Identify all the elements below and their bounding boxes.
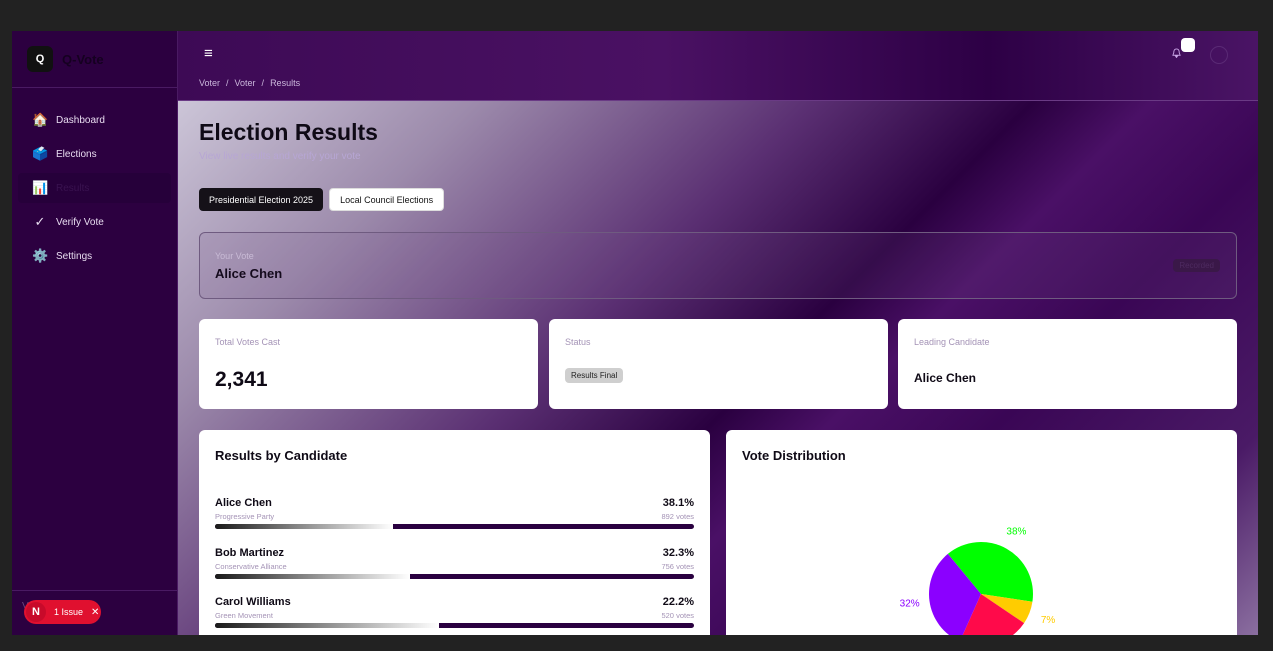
election-tabs: Presidential Election 2025 Local Council…	[199, 188, 445, 211]
breadcrumb-current: Results	[270, 78, 301, 88]
status-badge: Results Final	[565, 368, 624, 383]
candidate-row: Carol Williams Green Movement 22.2% 520 …	[215, 596, 694, 635]
next-logo-icon: N	[26, 602, 46, 622]
notification-badge	[1181, 38, 1195, 52]
tab-presidential-election[interactable]: Presidential Election 2025	[199, 188, 324, 211]
your-vote-card: Your Vote Alice Chen Recorded	[199, 232, 1237, 299]
tab-local-council-elections[interactable]: Local Council Elections	[329, 188, 445, 211]
sidebar-item-results[interactable]: 📊 Results	[18, 173, 171, 203]
leading-candidate-card: Leading Candidate Alice Chen	[898, 319, 1237, 409]
status-badge: Recorded	[1173, 259, 1220, 272]
sidebar-item-label: Elections	[56, 148, 97, 160]
breadcrumb-separator: /	[261, 78, 265, 88]
bar-chart-icon: 📊	[32, 180, 49, 195]
your-vote-label: Your Vote	[215, 251, 254, 261]
stat-label: Total Votes Cast	[215, 337, 281, 347]
logo-icon: Q	[27, 46, 53, 72]
total-votes-value: 2,341	[215, 368, 268, 391]
candidate-votes: 756 votes	[661, 562, 694, 571]
status-card: Status Results Final	[549, 319, 888, 409]
panel-title: Results by Candidate	[215, 448, 348, 463]
candidate-percent: 22.2%	[662, 596, 694, 608]
page-title: Election Results	[199, 119, 378, 145]
sidebar-item-label: Results	[56, 182, 90, 194]
issues-count: 1 Issue	[54, 607, 84, 617]
candidate-party: Progressive Party	[215, 512, 275, 521]
main-content: ≡ Voter / Voter / Results Election Resul…	[178, 31, 1258, 635]
sidebar-item-settings[interactable]: ⚙️ Settings	[18, 241, 171, 271]
page-subtitle: View live results and verify your vote	[199, 151, 361, 162]
candidate-votes: 892 votes	[661, 512, 694, 521]
pie-slice-label: 32%	[900, 599, 920, 610]
progress-bar-fill	[215, 524, 393, 529]
sidebar-item-elections[interactable]: 🗳️ Elections	[18, 139, 171, 169]
candidate-party: Conservative Alliance	[215, 562, 287, 571]
candidate-name: Bob Martinez	[215, 547, 285, 559]
sidebar: Q Q-Vote 🏠 Dashboard 🗳️ Elections 📊 Resu…	[12, 31, 178, 635]
avatar[interactable]	[1210, 46, 1228, 64]
bell-icon[interactable]	[1172, 48, 1181, 61]
stat-label: Status	[565, 337, 591, 347]
app-window: Q Q-Vote 🏠 Dashboard 🗳️ Elections 📊 Resu…	[12, 31, 1258, 635]
progress-bar	[215, 623, 694, 628]
candidate-party: Green Movement	[215, 611, 273, 620]
sidebar-item-label: Settings	[56, 250, 93, 262]
candidate-row: Alice Chen Progressive Party 38.1% 892 v…	[215, 497, 694, 547]
sidebar-footer: V	[12, 590, 178, 612]
your-vote-candidate: Alice Chen	[215, 266, 283, 281]
progress-bar	[215, 524, 694, 529]
app-name: Q-Vote	[62, 51, 104, 67]
progress-bar-fill	[215, 574, 410, 579]
vote-distribution-panel: Vote Distribution 38% 7% 32%	[726, 430, 1237, 635]
candidate-votes: 520 votes	[661, 611, 694, 620]
candidate-percent: 38.1%	[662, 497, 694, 509]
sidebar-item-label: Verify Vote	[56, 216, 104, 228]
sidebar-item-verify-vote[interactable]: ✓ Verify Vote	[18, 207, 171, 237]
breadcrumb-voter[interactable]: Voter	[235, 78, 256, 88]
sidebar-item-label: Dashboard	[56, 114, 105, 126]
breadcrumb-separator: /	[226, 78, 229, 88]
house-icon: 🏠	[32, 112, 49, 127]
candidate-percent: 32.3%	[662, 547, 694, 559]
leading-candidate-value: Alice Chen	[914, 371, 977, 385]
sidebar-nav: 🏠 Dashboard 🗳️ Elections 📊 Results ✓ Ver…	[12, 88, 177, 271]
sidebar-item-dashboard[interactable]: 🏠 Dashboard	[18, 105, 171, 135]
progress-bar	[215, 574, 694, 579]
menu-icon[interactable]: ≡	[204, 46, 220, 62]
logo-row: Q Q-Vote	[12, 31, 177, 88]
pie-chart-svg: 38% 7% 32%	[900, 526, 1056, 635]
candidate-name: Alice Chen	[215, 497, 272, 509]
candidate-name: Carol Williams	[215, 596, 291, 608]
gear-icon: ⚙️	[32, 248, 49, 263]
check-icon: ✓	[34, 214, 46, 229]
pie-chart: 38% 7% 32%	[726, 430, 1237, 635]
stat-label: Leading Candidate	[914, 337, 990, 347]
close-icon[interactable]: ✕	[91, 607, 99, 618]
breadcrumb-voter[interactable]: Voter	[199, 78, 220, 88]
breadcrumb: Voter / Voter / Results	[199, 78, 300, 88]
progress-bar-fill	[215, 623, 439, 628]
pie-slice-label: 38%	[1006, 526, 1026, 537]
results-by-candidate-panel: Results by Candidate Alice Chen Progress…	[199, 430, 710, 635]
ballot-box-icon: 🗳️	[32, 146, 49, 161]
issues-badge[interactable]: N 1 Issue ✕	[24, 600, 101, 624]
top-bar: ≡ Voter / Voter / Results	[178, 31, 1258, 101]
total-votes-card: Total Votes Cast 2,341	[199, 319, 538, 409]
pie-slice-label: 7%	[1041, 615, 1056, 626]
candidate-row: Bob Martinez Conservative Alliance 32.3%…	[215, 547, 694, 597]
